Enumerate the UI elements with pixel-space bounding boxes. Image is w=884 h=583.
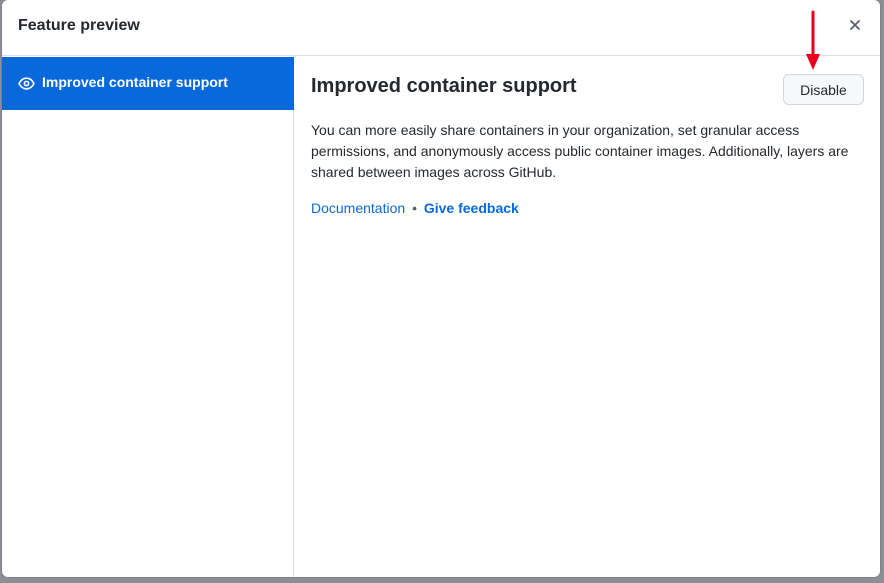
link-separator: • (412, 200, 417, 216)
feature-title: Improved container support (311, 75, 577, 97)
dialog-title: Feature preview (18, 17, 140, 34)
give-feedback-link[interactable]: Give feedback (424, 200, 519, 216)
feature-preview-dialog: Feature preview Improved container suppo… (2, 0, 880, 577)
eye-icon (18, 77, 35, 90)
red-arrow-annotation-icon (806, 10, 820, 70)
close-icon (850, 20, 860, 30)
sidebar-item-improved-container-support[interactable]: Improved container support (2, 57, 294, 110)
disable-button[interactable]: Disable (783, 74, 864, 105)
feature-links: Documentation • Give feedback (311, 200, 519, 216)
sidebar-item-label: Improved container support (42, 74, 228, 90)
dialog-header: Feature preview (2, 0, 880, 56)
feature-description: You can more easily share containers in … (311, 122, 849, 180)
documentation-link[interactable]: Documentation (311, 200, 405, 216)
close-button[interactable] (844, 14, 866, 36)
sidebar: Improved container support (2, 57, 294, 577)
